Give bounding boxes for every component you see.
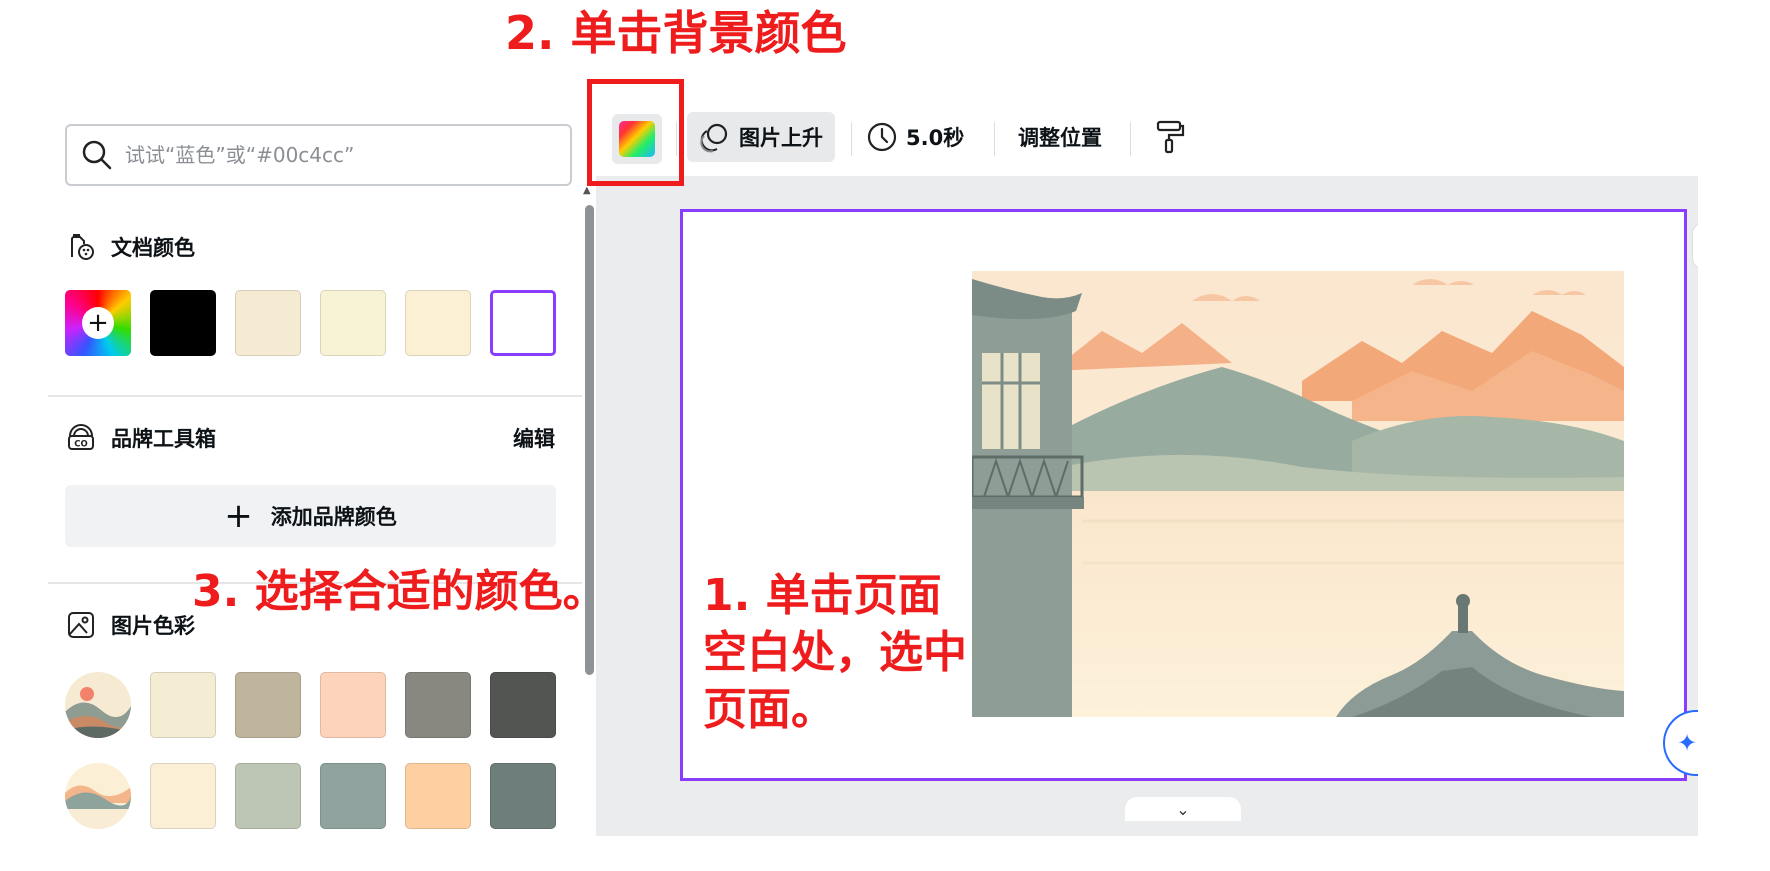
color-swatch[interactable]: [150, 763, 216, 829]
photo-colors-title: 图片色彩: [65, 609, 195, 641]
color-swatch[interactable]: [320, 763, 386, 829]
add-brand-color-label: 添加品牌颜色: [270, 505, 397, 529]
photo-color-row: [65, 763, 556, 829]
duration-button[interactable]: 5.0秒: [866, 112, 964, 162]
photo-thumbnail[interactable]: [65, 763, 131, 829]
color-search-input[interactable]: [125, 143, 545, 167]
color-panel: 文档颜色 + CO 品牌工具箱 编辑 + 添加品牌颜色 图片色彩: [48, 100, 588, 871]
toolbar-divider: [1130, 122, 1131, 156]
color-swatch[interactable]: [235, 763, 301, 829]
sparkle-icon: ✦: [1677, 729, 1698, 757]
color-swatch[interactable]: [405, 290, 471, 356]
position-label: 调整位置: [1018, 126, 1102, 150]
collapse-pages-tab[interactable]: ⌄: [1125, 797, 1241, 821]
annotation-step-1: 1. 单击页面空白处，选中页面。: [703, 570, 967, 735]
clock-icon: [867, 122, 897, 152]
color-swatch[interactable]: [235, 672, 301, 738]
document-colors-title: 文档颜色: [65, 231, 195, 263]
annotation-highlight-box: [587, 79, 684, 186]
scroll-up-arrow-icon[interactable]: ▲: [583, 185, 591, 196]
color-swatch[interactable]: [405, 763, 471, 829]
photo-colors-label: 图片色彩: [111, 614, 195, 638]
landscape-thumbnail-icon: [65, 763, 131, 829]
annotation-step-2: 2. 单击背景颜色: [505, 6, 847, 60]
position-button[interactable]: 调整位置: [1018, 112, 1102, 162]
editor-toolbar: 图片上升 5.0秒 调整位置: [596, 100, 1698, 176]
blank-margin: [1698, 100, 1770, 871]
brand-kit-edit-link[interactable]: 编辑: [513, 423, 555, 453]
document-colors-label: 文档颜色: [111, 236, 195, 260]
animation-button[interactable]: 图片上升: [687, 112, 835, 162]
animation-icon: [700, 123, 728, 153]
add-color-swatch[interactable]: +: [65, 290, 131, 356]
brand-kit-label: 品牌工具箱: [111, 427, 216, 451]
color-search-box[interactable]: [65, 124, 572, 186]
palette-doc-icon: [71, 234, 94, 260]
brand-kit-title: CO 品牌工具箱 编辑: [65, 422, 555, 454]
plus-icon: +: [224, 496, 253, 536]
photo-thumbnail[interactable]: [65, 672, 131, 738]
animation-label: 图片上升: [739, 126, 823, 150]
search-icon: [82, 140, 112, 170]
svg-text:CO: CO: [74, 440, 87, 450]
duration-label: 5.0秒: [906, 126, 965, 150]
photo-color-row: [65, 672, 556, 738]
toolbar-divider: [851, 122, 852, 156]
color-swatch[interactable]: [490, 763, 556, 829]
color-swatch[interactable]: [320, 672, 386, 738]
color-swatch[interactable]: [150, 672, 216, 738]
chevron-down-icon: ⌄: [1176, 799, 1190, 819]
paint-roller-icon: [1156, 120, 1185, 154]
plus-icon: +: [82, 307, 114, 339]
image-icon: [68, 612, 94, 638]
brand-kit-icon: CO: [68, 424, 94, 450]
section-divider: [48, 395, 582, 397]
color-swatch[interactable]: [320, 290, 386, 356]
add-brand-color-button[interactable]: + 添加品牌颜色: [65, 485, 556, 547]
color-swatch-black[interactable]: [150, 290, 216, 356]
toolbar-divider: [994, 122, 995, 156]
landscape-image[interactable]: [972, 271, 1624, 717]
color-swatch[interactable]: [405, 672, 471, 738]
document-color-swatches: +: [65, 290, 556, 356]
color-swatch[interactable]: [490, 672, 556, 738]
landscape-thumbnail-icon: [65, 672, 131, 738]
annotation-step-3: 3. 选择合适的颜色。: [192, 566, 607, 617]
color-swatch[interactable]: [235, 290, 301, 356]
color-swatch-white-selected[interactable]: [490, 290, 556, 356]
paint-format-button[interactable]: [1150, 116, 1190, 158]
